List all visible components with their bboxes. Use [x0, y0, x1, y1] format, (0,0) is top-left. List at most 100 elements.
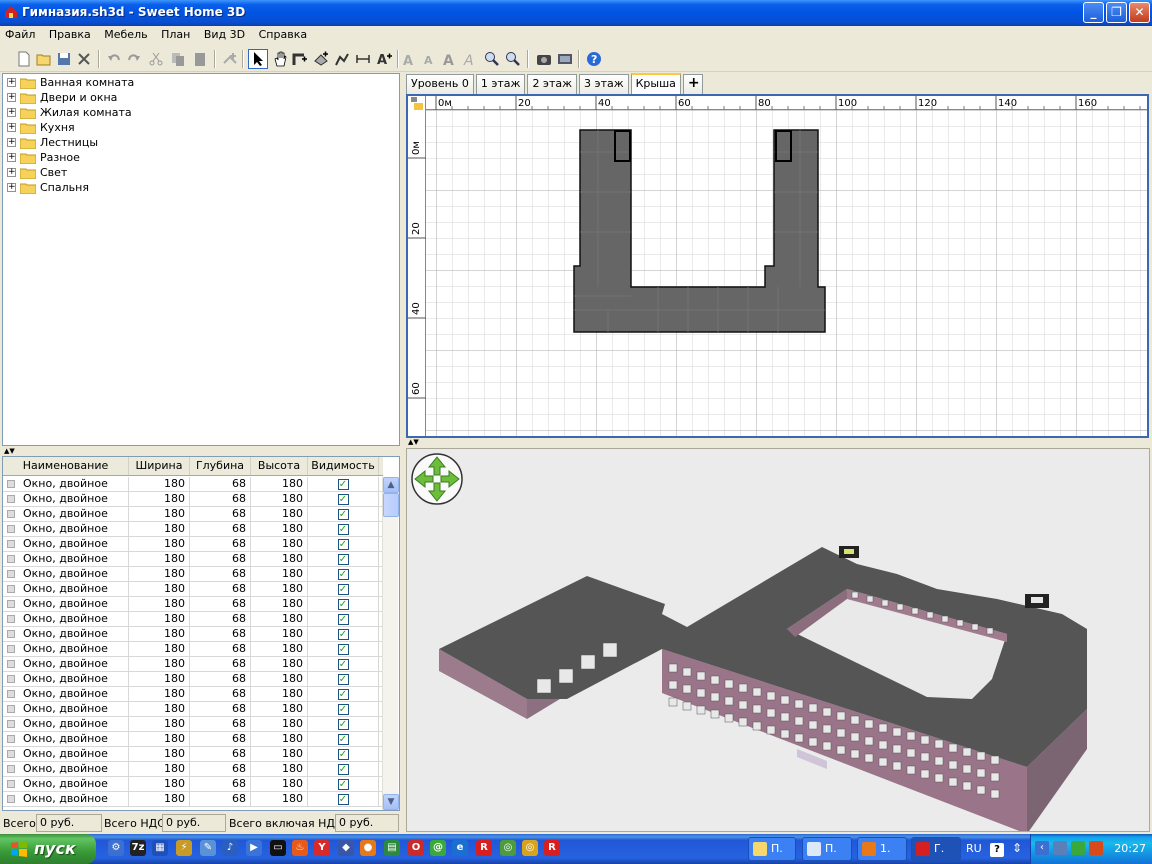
tab-level-roof[interactable]: Крыша: [630, 73, 681, 94]
catalog-category[interactable]: + Кухня: [7, 120, 75, 135]
add-level-button[interactable]: +: [682, 74, 703, 94]
table-row[interactable]: Окно, двойное 180 68 180 ✓: [3, 792, 383, 807]
copy-icon[interactable]: [168, 49, 188, 69]
visibility-checkbox[interactable]: ✓: [337, 613, 349, 625]
column-name[interactable]: Наименование: [3, 457, 129, 475]
help-icon[interactable]: ?: [584, 49, 604, 69]
column-visibility[interactable]: Видимость: [308, 457, 379, 475]
visibility-checkbox[interactable]: ✓: [337, 538, 349, 550]
table-row[interactable]: Окно, двойное 180 68 180 ✓: [3, 492, 383, 507]
visibility-checkbox[interactable]: ✓: [337, 733, 349, 745]
menu-file[interactable]: Файл: [0, 26, 40, 41]
antivirus-icon[interactable]: [1071, 841, 1085, 855]
table-row[interactable]: Окно, двойное 180 68 180 ✓: [3, 642, 383, 657]
tray-chevron-icon[interactable]: ‹: [1035, 841, 1049, 855]
menu-plan[interactable]: План: [156, 26, 195, 41]
table-row[interactable]: Окно, двойное 180 68 180 ✓: [3, 597, 383, 612]
expand-icon[interactable]: +: [7, 78, 16, 87]
quicklaunch-yandex-icon[interactable]: Y: [314, 840, 330, 856]
catalog-category[interactable]: + Свет: [7, 165, 67, 180]
create-walls-icon[interactable]: [290, 49, 310, 69]
quicklaunch-ie-icon[interactable]: e: [452, 840, 468, 856]
tab-level-2[interactable]: 2 этаж: [527, 74, 578, 94]
table-row[interactable]: Окно, двойное 180 68 180 ✓: [3, 747, 383, 762]
quicklaunch-app4-icon[interactable]: ▤: [384, 840, 400, 856]
create-polylines-icon[interactable]: [332, 49, 352, 69]
visibility-checkbox[interactable]: ✓: [337, 703, 349, 715]
visibility-checkbox[interactable]: ✓: [337, 658, 349, 670]
expand-icon[interactable]: +: [7, 108, 16, 117]
create-photo-icon[interactable]: [534, 49, 554, 69]
visibility-checkbox[interactable]: ✓: [337, 793, 349, 805]
visibility-checkbox[interactable]: ✓: [337, 643, 349, 655]
table-row[interactable]: Окно, двойное 180 68 180 ✓: [3, 522, 383, 537]
quicklaunch-chrome-icon[interactable]: ◎: [500, 840, 516, 856]
visibility-checkbox[interactable]: ✓: [337, 523, 349, 535]
visibility-checkbox[interactable]: ✓: [337, 478, 349, 490]
help-tray-icon[interactable]: ?: [990, 843, 1004, 857]
maximize-button[interactable]: ❐: [1106, 2, 1127, 23]
network-icon[interactable]: [1053, 841, 1067, 855]
zoom-out-icon[interactable]: [503, 49, 523, 69]
quicklaunch-calc-icon[interactable]: ▦: [152, 840, 168, 856]
visibility-checkbox[interactable]: ✓: [337, 763, 349, 775]
add-furniture-icon[interactable]: [220, 49, 240, 69]
redo-icon[interactable]: [124, 49, 144, 69]
table-row[interactable]: Окно, двойное 180 68 180 ✓: [3, 552, 383, 567]
table-row[interactable]: Окно, двойное 180 68 180 ✓: [3, 627, 383, 642]
navigation-arrows-icon[interactable]: [411, 453, 463, 505]
furniture-catalog-tree[interactable]: + Ванная комната + Двери и окна + Жилая ком…: [2, 73, 400, 446]
furniture-table[interactable]: Наименование Ширина Глубина Высота Видим…: [2, 456, 400, 811]
splitter-arrows-icon[interactable]: ▲▼: [4, 447, 15, 455]
visibility-checkbox[interactable]: ✓: [337, 598, 349, 610]
table-row[interactable]: Окно, двойное 180 68 180 ✓: [3, 702, 383, 717]
table-row[interactable]: Окно, двойное 180 68 180 ✓: [3, 732, 383, 747]
expand-icon[interactable]: +: [7, 183, 16, 192]
visibility-checkbox[interactable]: ✓: [337, 628, 349, 640]
preferences-icon[interactable]: [74, 49, 94, 69]
zoom-in-icon[interactable]: [482, 49, 502, 69]
quicklaunch-opera-icon[interactable]: O: [408, 840, 424, 856]
italic-text-icon[interactable]: A: [460, 49, 480, 69]
close-button[interactable]: ✕: [1129, 2, 1150, 23]
visibility-checkbox[interactable]: ✓: [337, 673, 349, 685]
table-row[interactable]: Окно, двойное 180 68 180 ✓: [3, 537, 383, 552]
plan-canvas[interactable]: 0м 20 40 60 80 100 120 140 160 0м 20 40 60: [408, 96, 1147, 436]
column-height[interactable]: Высота: [251, 457, 308, 475]
select-arrow-icon[interactable]: [248, 49, 268, 69]
catalog-category[interactable]: + Двери и окна: [7, 90, 117, 105]
vertical-scrollbar[interactable]: ▲ ▼: [382, 477, 399, 810]
tab-level-0[interactable]: Уровень 0: [406, 74, 474, 94]
minimize-button[interactable]: _: [1083, 2, 1104, 23]
quicklaunch-tool-icon[interactable]: ⚡: [176, 840, 192, 856]
menu-edit[interactable]: Правка: [44, 26, 96, 41]
scroll-thumb[interactable]: [383, 493, 399, 517]
taskbar-item-word[interactable]: П.: [802, 837, 852, 861]
add-text-icon[interactable]: A: [374, 49, 394, 69]
quicklaunch-desktop-icon[interactable]: ▭: [270, 840, 286, 856]
table-row[interactable]: Окно, двойное 180 68 180 ✓: [3, 777, 383, 792]
taskbar-item-sweethome[interactable]: Г.: [911, 837, 961, 861]
catalog-category[interactable]: + Разное: [7, 150, 80, 165]
start-button[interactable]: пуск: [0, 834, 96, 864]
menu-furniture[interactable]: Мебель: [99, 26, 152, 41]
visibility-checkbox[interactable]: ✓: [337, 493, 349, 505]
quicklaunch-app3-icon[interactable]: ◆: [338, 840, 354, 856]
pan-hand-icon[interactable]: [270, 49, 290, 69]
expand-icon[interactable]: +: [7, 168, 16, 177]
language-indicator[interactable]: RU: [966, 842, 982, 855]
quicklaunch-mail-icon[interactable]: @: [430, 840, 446, 856]
scroll-down-button[interactable]: ▼: [383, 794, 399, 810]
increase-text-icon[interactable]: A: [400, 49, 420, 69]
create-video-icon[interactable]: [555, 49, 575, 69]
expand-icon[interactable]: +: [7, 123, 16, 132]
plan-view[interactable]: 0м 20 40 60 80 100 120 140 160 0м 20 40 60: [406, 94, 1149, 438]
quicklaunch-player-icon[interactable]: ▶: [246, 840, 262, 856]
table-row[interactable]: Окно, двойное 180 68 180 ✓: [3, 582, 383, 597]
bold-text-icon[interactable]: A: [440, 49, 460, 69]
3d-view[interactable]: [406, 448, 1150, 832]
tray-expand-icon[interactable]: ⇕: [1012, 841, 1026, 855]
table-row[interactable]: Окно, двойное 180 68 180 ✓: [3, 567, 383, 582]
quicklaunch-app2-icon[interactable]: ♪: [222, 840, 238, 856]
tab-level-1[interactable]: 1 этаж: [475, 74, 526, 94]
